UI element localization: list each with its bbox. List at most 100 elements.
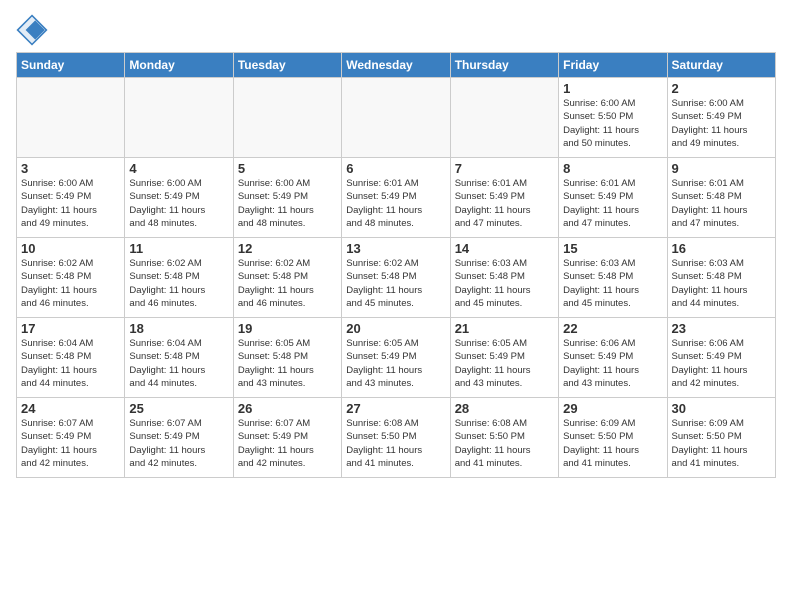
day-info: Sunrise: 6:06 AM Sunset: 5:49 PM Dayligh… — [563, 337, 662, 390]
day-number: 13 — [346, 241, 445, 256]
calendar-cell: 9Sunrise: 6:01 AM Sunset: 5:48 PM Daylig… — [667, 158, 775, 238]
day-info: Sunrise: 6:01 AM Sunset: 5:49 PM Dayligh… — [346, 177, 445, 230]
day-number: 11 — [129, 241, 228, 256]
calendar-cell: 27Sunrise: 6:08 AM Sunset: 5:50 PM Dayli… — [342, 398, 450, 478]
day-number: 28 — [455, 401, 554, 416]
calendar-week-3: 17Sunrise: 6:04 AM Sunset: 5:48 PM Dayli… — [17, 318, 776, 398]
calendar-cell: 4Sunrise: 6:00 AM Sunset: 5:49 PM Daylig… — [125, 158, 233, 238]
weekday-tuesday: Tuesday — [233, 53, 341, 78]
calendar-week-0: 1Sunrise: 6:00 AM Sunset: 5:50 PM Daylig… — [17, 78, 776, 158]
day-info: Sunrise: 6:07 AM Sunset: 5:49 PM Dayligh… — [21, 417, 120, 470]
calendar-cell — [342, 78, 450, 158]
day-number: 16 — [672, 241, 771, 256]
day-number: 26 — [238, 401, 337, 416]
day-info: Sunrise: 6:07 AM Sunset: 5:49 PM Dayligh… — [129, 417, 228, 470]
calendar-cell: 13Sunrise: 6:02 AM Sunset: 5:48 PM Dayli… — [342, 238, 450, 318]
weekday-monday: Monday — [125, 53, 233, 78]
logo-icon — [16, 14, 48, 46]
calendar-cell: 19Sunrise: 6:05 AM Sunset: 5:48 PM Dayli… — [233, 318, 341, 398]
day-info: Sunrise: 6:04 AM Sunset: 5:48 PM Dayligh… — [129, 337, 228, 390]
calendar-cell: 29Sunrise: 6:09 AM Sunset: 5:50 PM Dayli… — [559, 398, 667, 478]
day-number: 30 — [672, 401, 771, 416]
day-number: 18 — [129, 321, 228, 336]
calendar-cell: 24Sunrise: 6:07 AM Sunset: 5:49 PM Dayli… — [17, 398, 125, 478]
calendar-cell: 7Sunrise: 6:01 AM Sunset: 5:49 PM Daylig… — [450, 158, 558, 238]
calendar-cell: 2Sunrise: 6:00 AM Sunset: 5:49 PM Daylig… — [667, 78, 775, 158]
day-info: Sunrise: 6:00 AM Sunset: 5:49 PM Dayligh… — [21, 177, 120, 230]
day-number: 7 — [455, 161, 554, 176]
day-number: 3 — [21, 161, 120, 176]
calendar-cell: 16Sunrise: 6:03 AM Sunset: 5:48 PM Dayli… — [667, 238, 775, 318]
calendar-cell: 30Sunrise: 6:09 AM Sunset: 5:50 PM Dayli… — [667, 398, 775, 478]
calendar-cell — [125, 78, 233, 158]
day-info: Sunrise: 6:09 AM Sunset: 5:50 PM Dayligh… — [563, 417, 662, 470]
day-info: Sunrise: 6:00 AM Sunset: 5:50 PM Dayligh… — [563, 97, 662, 150]
calendar-cell: 23Sunrise: 6:06 AM Sunset: 5:49 PM Dayli… — [667, 318, 775, 398]
day-number: 6 — [346, 161, 445, 176]
page: SundayMondayTuesdayWednesdayThursdayFrid… — [0, 0, 792, 612]
calendar-table: SundayMondayTuesdayWednesdayThursdayFrid… — [16, 52, 776, 478]
calendar-cell: 25Sunrise: 6:07 AM Sunset: 5:49 PM Dayli… — [125, 398, 233, 478]
day-info: Sunrise: 6:08 AM Sunset: 5:50 PM Dayligh… — [346, 417, 445, 470]
day-number: 10 — [21, 241, 120, 256]
day-info: Sunrise: 6:01 AM Sunset: 5:48 PM Dayligh… — [672, 177, 771, 230]
calendar-cell: 20Sunrise: 6:05 AM Sunset: 5:49 PM Dayli… — [342, 318, 450, 398]
day-info: Sunrise: 6:02 AM Sunset: 5:48 PM Dayligh… — [346, 257, 445, 310]
calendar-cell: 26Sunrise: 6:07 AM Sunset: 5:49 PM Dayli… — [233, 398, 341, 478]
calendar-cell: 14Sunrise: 6:03 AM Sunset: 5:48 PM Dayli… — [450, 238, 558, 318]
calendar-week-1: 3Sunrise: 6:00 AM Sunset: 5:49 PM Daylig… — [17, 158, 776, 238]
day-info: Sunrise: 6:07 AM Sunset: 5:49 PM Dayligh… — [238, 417, 337, 470]
calendar-cell — [450, 78, 558, 158]
day-info: Sunrise: 6:04 AM Sunset: 5:48 PM Dayligh… — [21, 337, 120, 390]
day-number: 2 — [672, 81, 771, 96]
weekday-header-row: SundayMondayTuesdayWednesdayThursdayFrid… — [17, 53, 776, 78]
day-info: Sunrise: 6:03 AM Sunset: 5:48 PM Dayligh… — [672, 257, 771, 310]
calendar-cell — [233, 78, 341, 158]
calendar-week-4: 24Sunrise: 6:07 AM Sunset: 5:49 PM Dayli… — [17, 398, 776, 478]
calendar-cell: 6Sunrise: 6:01 AM Sunset: 5:49 PM Daylig… — [342, 158, 450, 238]
day-info: Sunrise: 6:01 AM Sunset: 5:49 PM Dayligh… — [455, 177, 554, 230]
day-number: 21 — [455, 321, 554, 336]
day-info: Sunrise: 6:02 AM Sunset: 5:48 PM Dayligh… — [129, 257, 228, 310]
day-number: 1 — [563, 81, 662, 96]
calendar-cell: 5Sunrise: 6:00 AM Sunset: 5:49 PM Daylig… — [233, 158, 341, 238]
day-info: Sunrise: 6:03 AM Sunset: 5:48 PM Dayligh… — [455, 257, 554, 310]
day-info: Sunrise: 6:05 AM Sunset: 5:49 PM Dayligh… — [346, 337, 445, 390]
day-info: Sunrise: 6:08 AM Sunset: 5:50 PM Dayligh… — [455, 417, 554, 470]
calendar-cell: 12Sunrise: 6:02 AM Sunset: 5:48 PM Dayli… — [233, 238, 341, 318]
calendar-cell: 21Sunrise: 6:05 AM Sunset: 5:49 PM Dayli… — [450, 318, 558, 398]
calendar-cell: 22Sunrise: 6:06 AM Sunset: 5:49 PM Dayli… — [559, 318, 667, 398]
day-info: Sunrise: 6:03 AM Sunset: 5:48 PM Dayligh… — [563, 257, 662, 310]
day-number: 22 — [563, 321, 662, 336]
weekday-wednesday: Wednesday — [342, 53, 450, 78]
day-number: 8 — [563, 161, 662, 176]
weekday-thursday: Thursday — [450, 53, 558, 78]
calendar-week-2: 10Sunrise: 6:02 AM Sunset: 5:48 PM Dayli… — [17, 238, 776, 318]
header — [16, 10, 776, 46]
calendar-cell: 28Sunrise: 6:08 AM Sunset: 5:50 PM Dayli… — [450, 398, 558, 478]
day-info: Sunrise: 6:01 AM Sunset: 5:49 PM Dayligh… — [563, 177, 662, 230]
day-number: 19 — [238, 321, 337, 336]
calendar-cell: 15Sunrise: 6:03 AM Sunset: 5:48 PM Dayli… — [559, 238, 667, 318]
day-info: Sunrise: 6:00 AM Sunset: 5:49 PM Dayligh… — [672, 97, 771, 150]
day-info: Sunrise: 6:00 AM Sunset: 5:49 PM Dayligh… — [238, 177, 337, 230]
day-number: 9 — [672, 161, 771, 176]
day-info: Sunrise: 6:09 AM Sunset: 5:50 PM Dayligh… — [672, 417, 771, 470]
day-number: 5 — [238, 161, 337, 176]
calendar-cell: 8Sunrise: 6:01 AM Sunset: 5:49 PM Daylig… — [559, 158, 667, 238]
day-number: 4 — [129, 161, 228, 176]
day-number: 23 — [672, 321, 771, 336]
day-info: Sunrise: 6:02 AM Sunset: 5:48 PM Dayligh… — [21, 257, 120, 310]
day-number: 14 — [455, 241, 554, 256]
day-info: Sunrise: 6:05 AM Sunset: 5:49 PM Dayligh… — [455, 337, 554, 390]
day-info: Sunrise: 6:05 AM Sunset: 5:48 PM Dayligh… — [238, 337, 337, 390]
day-number: 24 — [21, 401, 120, 416]
calendar-cell: 18Sunrise: 6:04 AM Sunset: 5:48 PM Dayli… — [125, 318, 233, 398]
day-info: Sunrise: 6:00 AM Sunset: 5:49 PM Dayligh… — [129, 177, 228, 230]
calendar-cell: 11Sunrise: 6:02 AM Sunset: 5:48 PM Dayli… — [125, 238, 233, 318]
day-number: 29 — [563, 401, 662, 416]
weekday-sunday: Sunday — [17, 53, 125, 78]
day-number: 27 — [346, 401, 445, 416]
weekday-friday: Friday — [559, 53, 667, 78]
calendar-cell: 3Sunrise: 6:00 AM Sunset: 5:49 PM Daylig… — [17, 158, 125, 238]
